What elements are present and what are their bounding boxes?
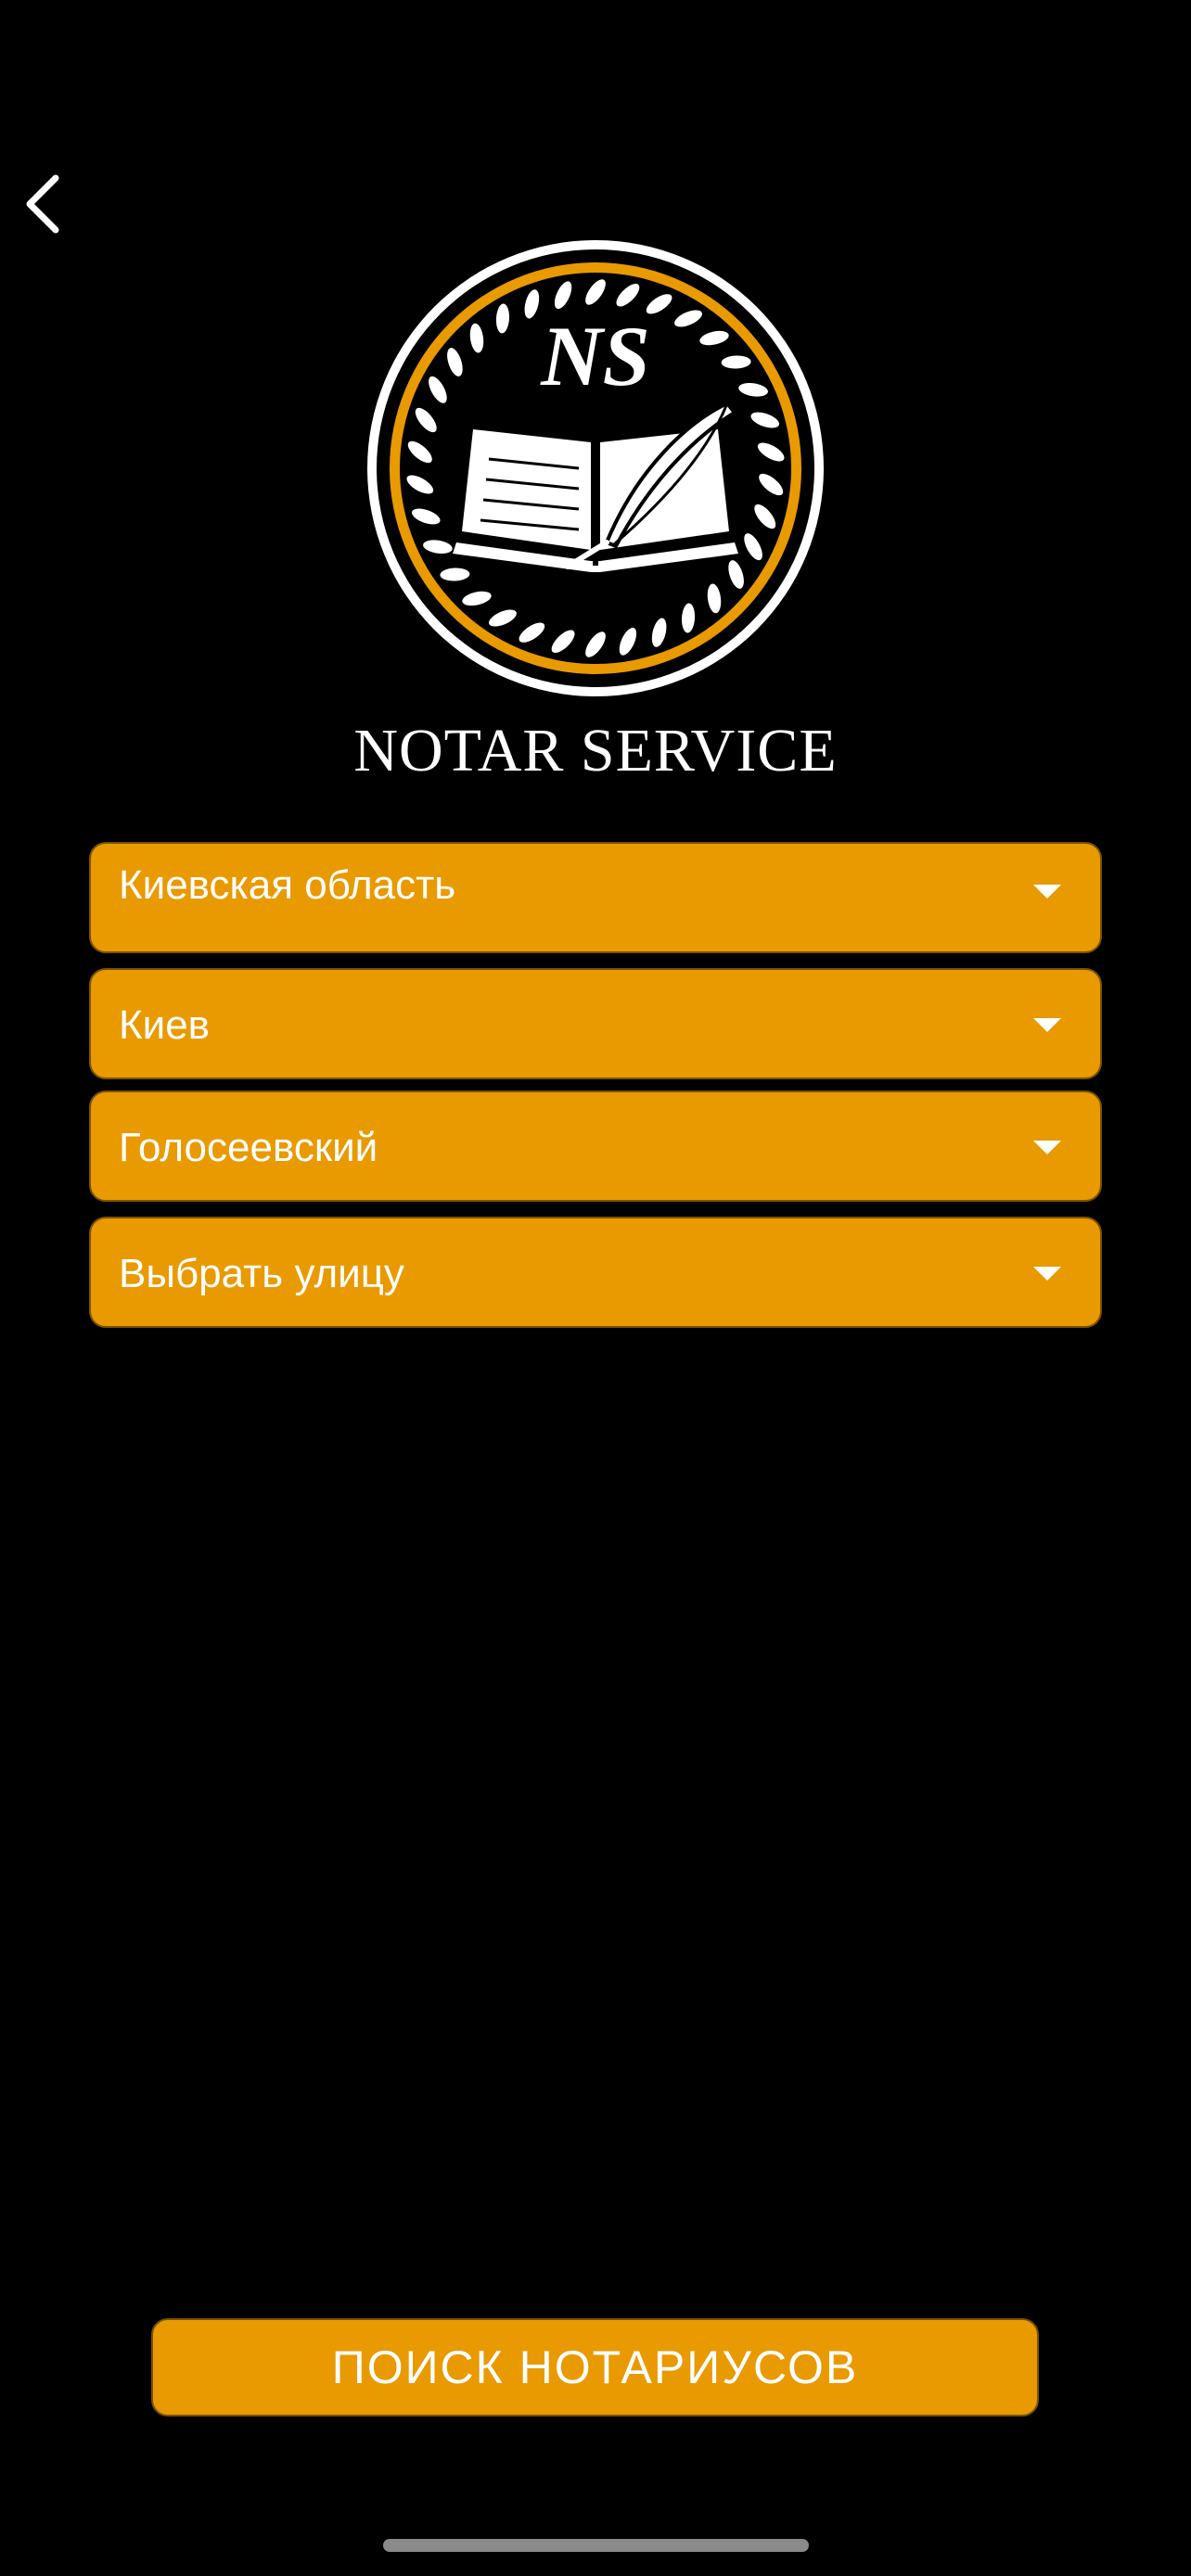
region-select-value: Киевская область	[119, 862, 456, 908]
street-select-placeholder: Выбрать улицу	[119, 1251, 404, 1296]
filter-selects: Киевская область Киев Голосеевский Выбра…	[89, 842, 1102, 1328]
brand-name: NOTAR SERVICE	[353, 717, 838, 784]
dropdown-arrow-icon	[1033, 1018, 1061, 1032]
chevron-left-icon	[26, 174, 59, 234]
region-select[interactable]: Киевская область	[89, 842, 1102, 953]
city-select[interactable]: Киев	[89, 968, 1102, 1079]
search-notaries-button[interactable]: ПОИСК НОТАРИУСОВ	[151, 2318, 1039, 2417]
dropdown-arrow-icon	[1033, 1267, 1061, 1281]
street-select[interactable]: Выбрать улицу	[89, 1217, 1102, 1328]
district-select-value: Голосеевский	[119, 1125, 378, 1170]
district-select[interactable]: Голосеевский	[89, 1090, 1102, 1202]
home-indicator[interactable]	[383, 2539, 809, 2552]
svg-text:NS: NS	[540, 309, 650, 403]
dropdown-arrow-icon	[1033, 1141, 1061, 1154]
dropdown-arrow-icon	[1033, 885, 1061, 899]
back-button[interactable]	[13, 167, 72, 241]
city-select-value: Киев	[119, 1002, 211, 1048]
notary-seal-logo: NS	[367, 240, 824, 696]
